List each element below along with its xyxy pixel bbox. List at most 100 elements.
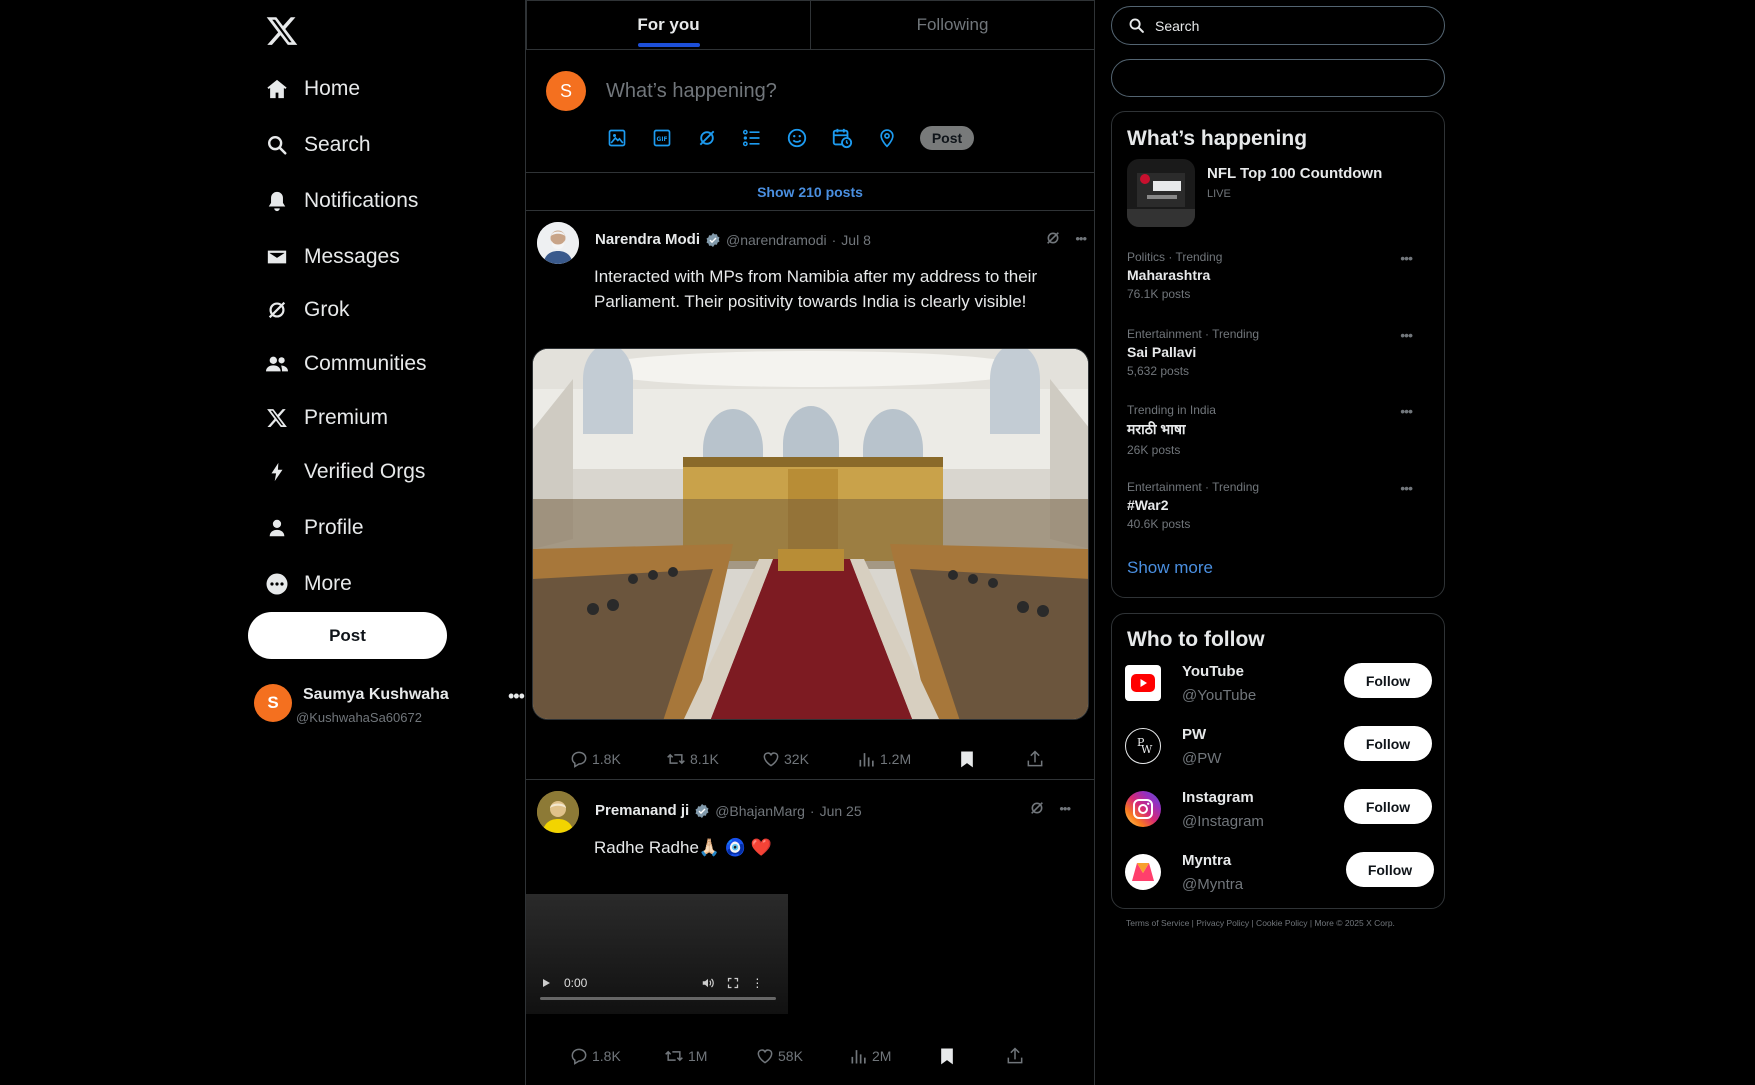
bell-icon [264,188,290,214]
video-progress[interactable] [540,997,776,1000]
more-vertical-icon[interactable]: ⋮ [751,976,763,990]
nav-search[interactable]: Search [264,125,371,165]
nav-label: Home [304,77,361,100]
follow-button[interactable]: Follow [1344,663,1432,698]
trend-item[interactable]: Politics · Trending Maharashtra 76.1K po… [1127,250,1432,301]
follow-suggestion[interactable]: Myntra @Myntra Follow [1125,852,1435,902]
follow-suggestion[interactable]: YouTube @YouTube Follow [1125,663,1435,713]
tweet-image[interactable] [532,348,1089,720]
views-button[interactable]: 2M [849,1046,937,1066]
share-button[interactable] [1005,1046,1025,1066]
grok-icon [264,297,290,323]
post-button[interactable]: Post [248,612,447,659]
avatar[interactable] [537,222,579,264]
follow-button[interactable]: Follow [1346,852,1434,887]
more-dots-icon[interactable]: ••• [1400,327,1413,343]
more-dots-icon[interactable]: ••• [508,686,525,707]
tweet-menu: ••• [1045,230,1087,246]
search-bar[interactable]: Search [1111,6,1445,45]
tab-following[interactable]: Following [811,0,1094,49]
author-name[interactable]: Premanand ji [595,802,689,819]
trend-item[interactable]: Entertainment · Trending #War2 40.6K pos… [1127,480,1432,531]
nav-profile[interactable]: Profile [264,508,364,548]
nav-label: Profile [304,516,364,539]
tweet-date[interactable]: Jul 8 [841,232,871,248]
account-switcher[interactable]: S Saumya Kushwaha @KushwahaSa60672 ••• [254,684,525,730]
compose-input[interactable]: What’s happening? [606,80,777,103]
nav-premium[interactable]: Premium [264,398,388,438]
show-more-link[interactable]: Show more [1127,558,1213,578]
grok-icon[interactable] [1045,230,1061,246]
share-button[interactable] [1025,749,1045,769]
location-icon[interactable] [874,125,899,150]
reply-icon [569,1046,589,1066]
tweet[interactable]: Premanand ji @BhajanMarg · Jun 25 ••• Ra… [526,781,1094,1085]
featured-trend[interactable]: NFL Top 100 Countdown LIVE [1127,159,1432,229]
tweet[interactable]: Narendra Modi @narendramodi · Jul 8 ••• … [526,211,1094,780]
reply-button[interactable]: 1.8K [569,1046,663,1066]
play-icon[interactable] [540,977,552,989]
separator-dot: · [831,231,837,248]
follow-suggestion[interactable]: Instagram @Instagram Follow [1125,789,1435,839]
avatar[interactable] [537,791,579,833]
nav-notifications[interactable]: Notifications [264,181,418,221]
bookmark-button[interactable] [937,1045,1005,1067]
nav-verified-orgs[interactable]: Verified Orgs [264,452,425,492]
more-dots-icon[interactable]: ••• [1400,480,1413,496]
trend-item[interactable]: Entertainment · Trending Sai Pallavi 5,6… [1127,327,1432,378]
more-dots-icon[interactable]: ••• [1400,250,1413,266]
more-dots-icon[interactable]: ••• [1400,403,1413,419]
video-player[interactable]: 0:00 ⋮ [526,894,788,1014]
author-handle[interactable]: @narendramodi [726,232,827,248]
tweet-date[interactable]: Jun 25 [820,803,862,819]
follow-suggestion[interactable]: PW PW @PW Follow [1125,726,1435,776]
like-button[interactable]: 58K [755,1046,849,1066]
views-button[interactable]: 1.2M [857,749,957,769]
trend-item[interactable]: Trending in India मराठी भाषा 26K posts •… [1127,403,1432,457]
more-dots-icon[interactable]: ••• [1059,801,1071,816]
author-handle[interactable]: @BhajanMarg [715,803,805,819]
empty-input[interactable] [1111,59,1445,97]
poll-icon[interactable] [739,125,764,150]
emoji-icon[interactable] [784,125,809,150]
views-icon [849,1046,869,1066]
follow-button[interactable]: Follow [1344,789,1432,824]
trend-title: Maharashtra [1127,267,1211,283]
reply-button[interactable]: 1.8K [569,749,665,769]
like-button[interactable]: 32K [761,749,857,769]
tab-label: For you [637,15,700,34]
video-time: 0:00 [564,976,588,990]
grok-icon[interactable] [1029,800,1045,816]
author-name[interactable]: Narendra Modi [595,231,700,248]
show-new-posts[interactable]: Show 210 posts [526,173,1094,211]
nav-communities[interactable]: Communities [264,344,427,384]
timeline: For you Following S What’s happening? GI… [525,0,1095,1085]
footer-links[interactable]: Terms of Service | Privacy Policy | Cook… [1126,918,1395,928]
gif-icon[interactable]: GIF [649,125,674,150]
tab-for-you[interactable]: For you [526,0,811,49]
follow-button[interactable]: Follow [1344,726,1432,761]
nav-more[interactable]: More [264,564,352,604]
person-icon [264,515,290,541]
grok-icon[interactable] [694,125,719,150]
trend-title: #War2 [1127,497,1169,513]
bookmark-button[interactable] [957,748,1025,770]
nav-messages[interactable]: Messages [264,237,400,277]
x-logo-icon[interactable] [265,14,299,48]
repost-button[interactable]: 1M [663,1046,755,1066]
composer-toolbar: GIF [604,125,899,150]
account-name: Saumya Kushwaha [303,686,449,703]
more-dots-icon[interactable]: ••• [1075,231,1087,246]
repost-button[interactable]: 8.1K [665,749,761,769]
search-input[interactable]: Search [1155,18,1199,34]
fullscreen-icon[interactable] [727,977,739,989]
volume-icon[interactable] [701,976,715,990]
repost-count: 8.1K [690,751,719,767]
nav-grok[interactable]: Grok [264,290,350,330]
nav-home[interactable]: Home [264,69,360,109]
image-icon[interactable] [604,125,629,150]
compose-post-button[interactable]: Post [920,126,974,150]
verified-badge-icon [694,803,710,819]
timeline-tabs: For you Following [526,0,1094,50]
schedule-icon[interactable] [829,125,854,150]
